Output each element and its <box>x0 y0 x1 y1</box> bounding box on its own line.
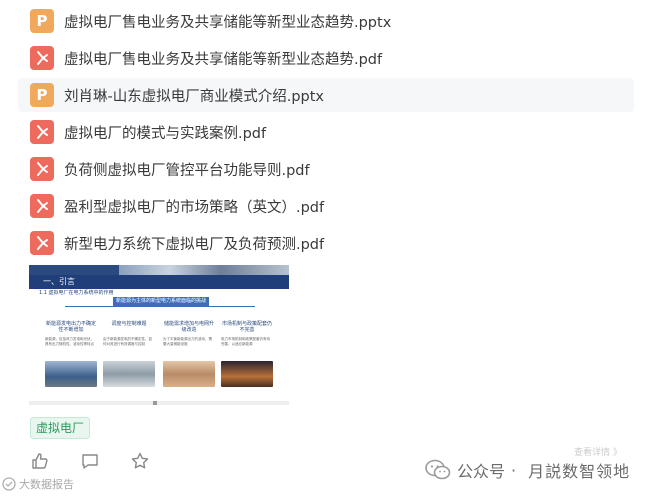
preview-column: 调度与控制难题 由于新能源发电的不确定性，如何对其进行有效调度与控制 <box>103 321 155 387</box>
file-name: 盈利型虚拟电厂的市场策略（英文）.pdf <box>64 199 325 216</box>
preview-column: 新能源发电出力不确定性不断增加 新能源，包括风力发电和光伏，具有出力随机性、波动… <box>45 321 97 387</box>
slide-preview-image[interactable]: 一、引言 1.1 虚拟电厂在电力系统中的作用 新能源为主体的新型电力系统面临的挑… <box>29 265 289 405</box>
watermark-logo-icon <box>2 477 16 491</box>
comment-icon[interactable] <box>80 451 100 471</box>
watermark-left: 大数据报告 <box>2 476 74 492</box>
preview-connector-lines <box>65 306 255 321</box>
file-name: 虚拟电厂售电业务及共享储能等新型业态趋势.pptx <box>64 14 392 31</box>
preview-subtitle: 1.1 虚拟电厂在电力系统中的作用 <box>39 290 114 296</box>
pptx-file-icon: P <box>30 83 54 107</box>
preview-column: 储能需求增加与电网升级改造 为了平衡新能源出力的波动，需要大量储能设施 <box>163 321 215 387</box>
file-item[interactable]: P 虚拟电厂售电业务及共享储能等新型业态趋势.pptx <box>18 4 634 38</box>
file-name: 刘肖琳-山东虚拟电厂商业模式介绍.pptx <box>64 88 325 105</box>
wechat-watermark: 公众号 · 月説数智领地 <box>425 458 630 482</box>
pdf-file-icon <box>30 46 54 70</box>
topic-tag[interactable]: 虚拟电厂 <box>30 417 91 439</box>
file-name: 虚拟电厂的模式与实践案例.pdf <box>64 125 267 142</box>
action-bar <box>30 451 180 471</box>
file-item[interactable]: 新型电力系统下虚拟电厂及负荷预测.pdf <box>18 226 634 260</box>
file-item[interactable]: 虚拟电厂售电业务及共享储能等新型业态趋势.pdf <box>18 41 634 75</box>
pdf-file-icon <box>30 157 54 181</box>
pptx-file-icon: P <box>30 9 54 33</box>
file-name: 新型电力系统下虚拟电厂及负荷预测.pdf <box>64 236 325 253</box>
favorite-icon[interactable] <box>130 451 150 471</box>
preview-scrollbar[interactable] <box>29 401 289 405</box>
pdf-file-icon <box>30 120 54 144</box>
preview-section-bar: 一、引言 <box>29 275 289 289</box>
pdf-file-icon <box>30 194 54 218</box>
file-item[interactable]: P 刘肖琳-山东虚拟电厂商业模式介绍.pptx <box>18 78 634 112</box>
preview-center-box: 新能源为主体的新型电力系统面临的挑战 <box>113 297 209 306</box>
preview-header-strip <box>29 265 289 275</box>
file-item[interactable]: 负荷侧虚拟电厂管控平台功能导则.pdf <box>18 152 634 186</box>
file-item[interactable]: 盈利型虚拟电厂的市场策略（英文）.pdf <box>18 189 634 223</box>
file-name: 负荷侧虚拟电厂管控平台功能导则.pdf <box>64 162 310 179</box>
wechat-icon <box>425 459 451 480</box>
file-item[interactable]: 虚拟电厂的模式与实践案例.pdf <box>18 115 634 149</box>
faded-link-text: 查看详情 》 <box>574 448 622 458</box>
file-name: 虚拟电厂售电业务及共享储能等新型业态趋势.pdf <box>64 51 383 68</box>
like-icon[interactable] <box>30 451 50 471</box>
pdf-file-icon <box>30 231 54 255</box>
preview-column: 市场机制与政策配套仍不完善 电力市场机制和政策配套仍有待完善，以适应新能源 <box>221 321 273 387</box>
